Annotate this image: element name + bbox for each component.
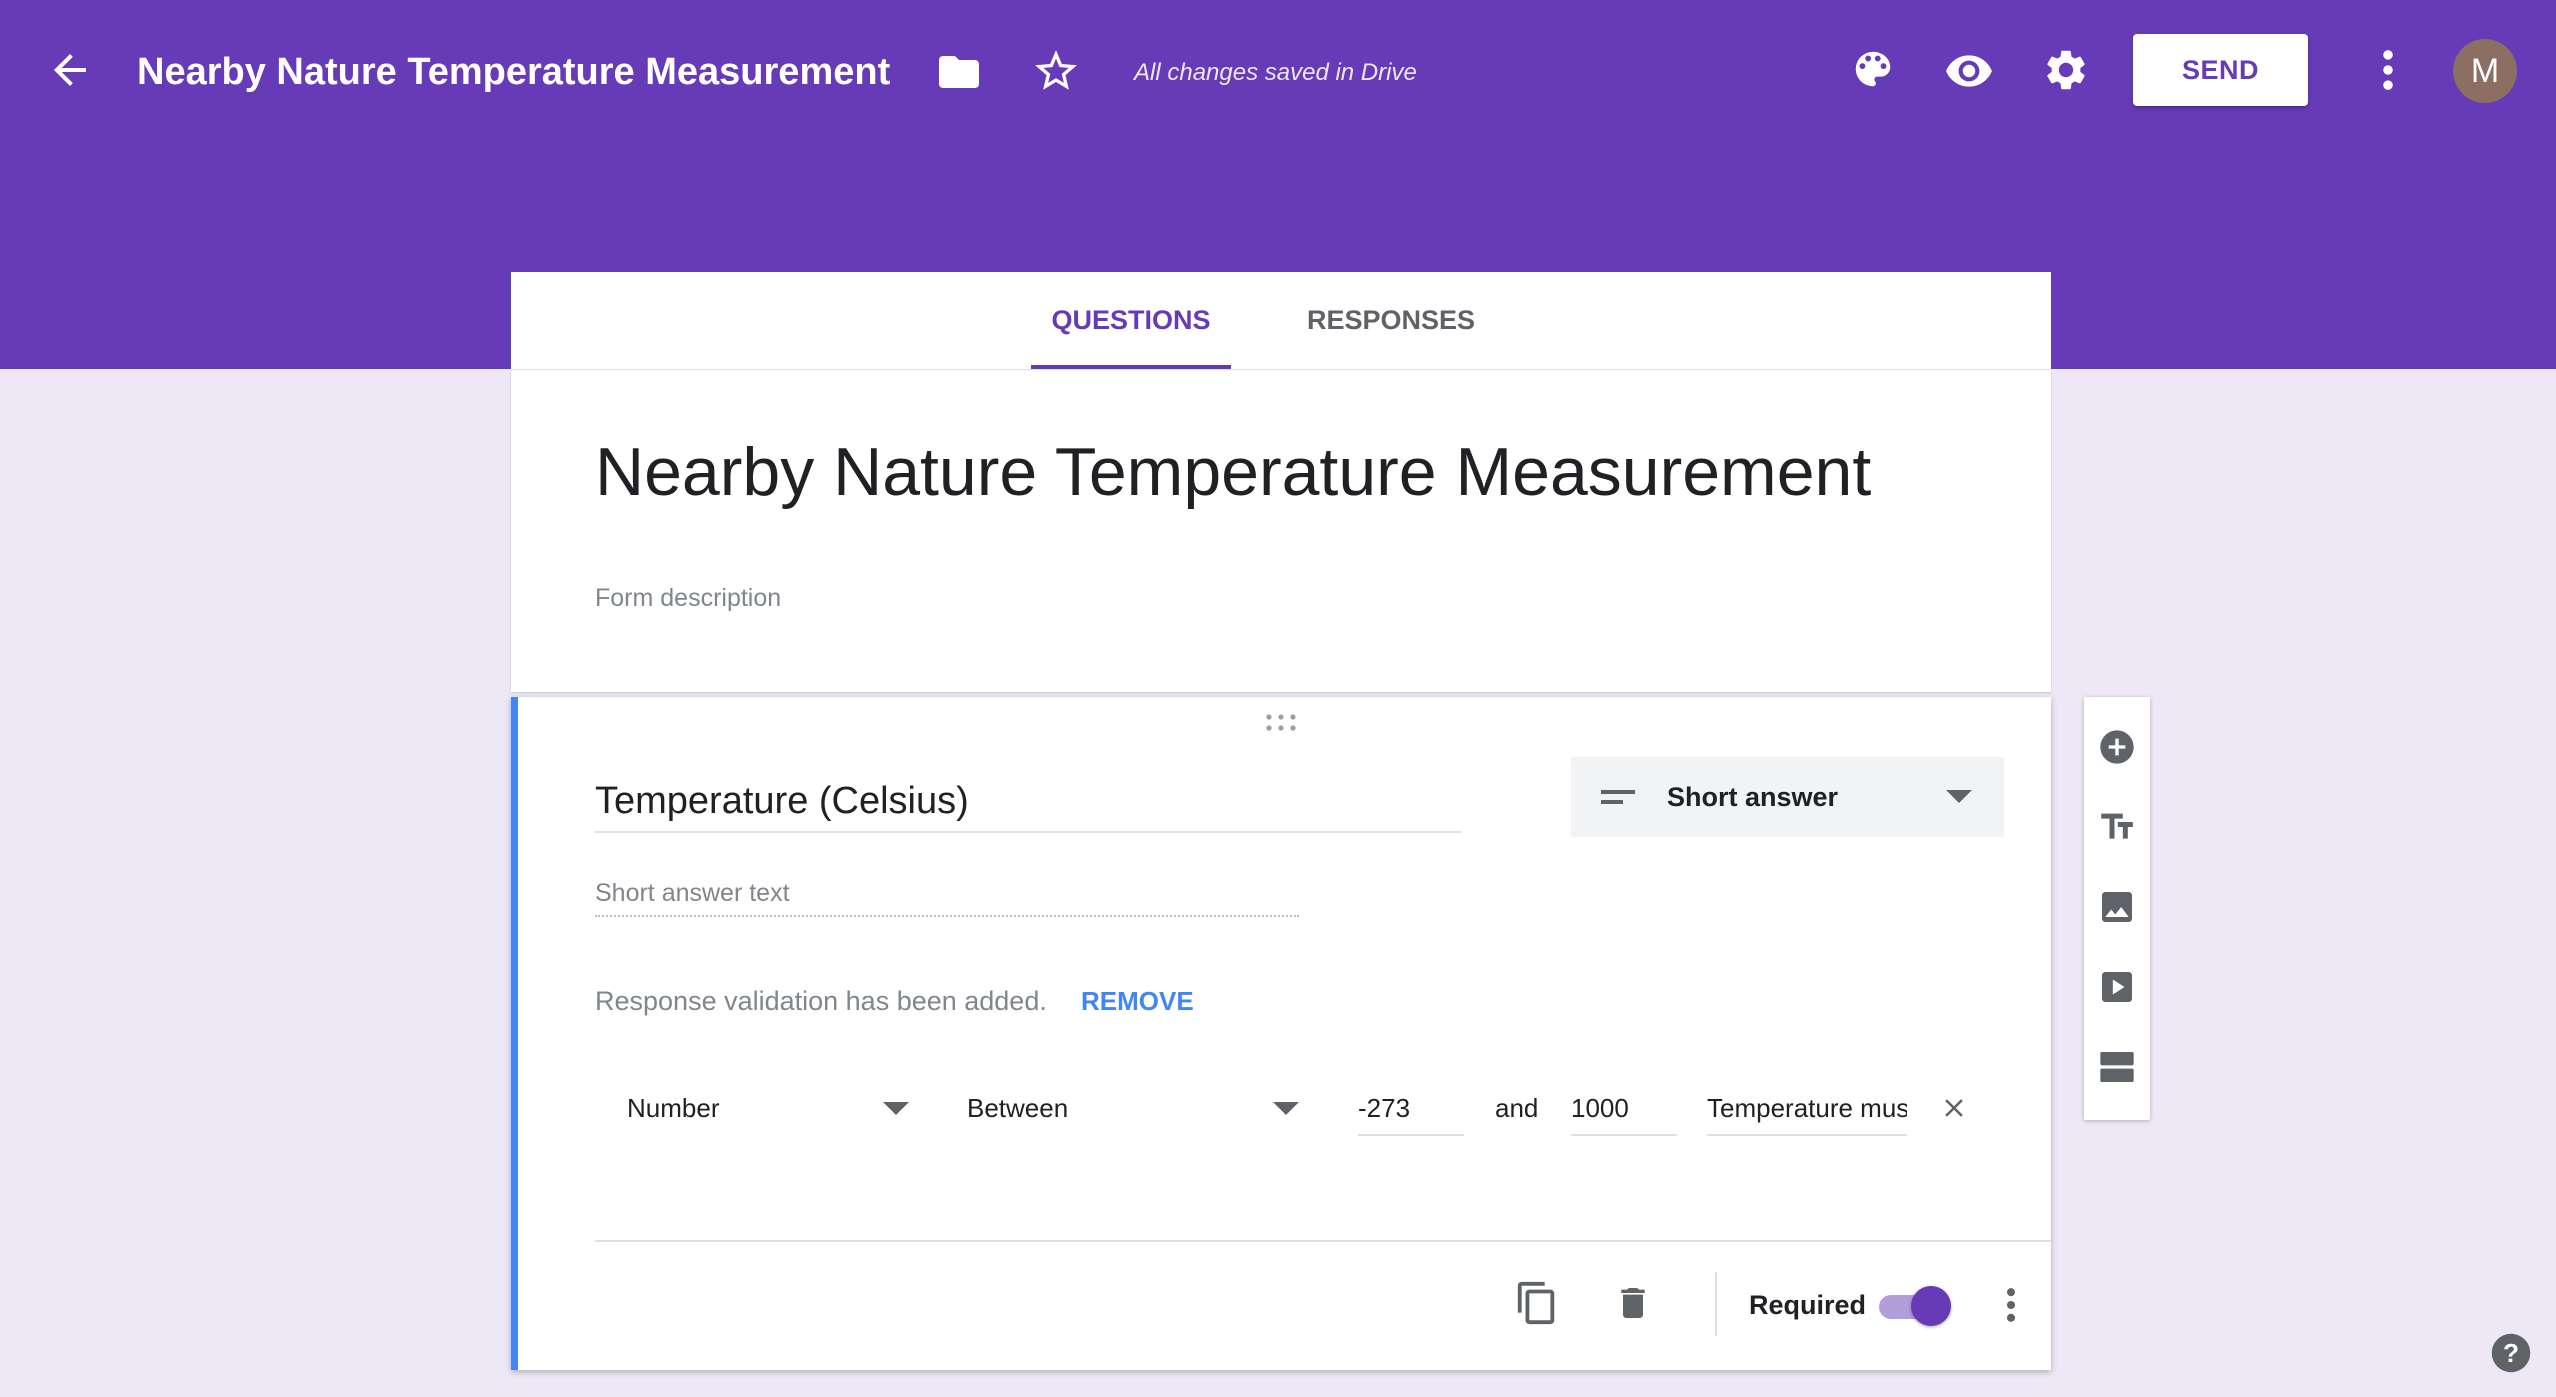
duplicate-icon[interactable] bbox=[1514, 1279, 1560, 1327]
tab-responses[interactable]: RESPONSES bbox=[1271, 272, 1511, 367]
validation-and-label: and bbox=[1495, 1093, 1539, 1123]
svg-text:?: ? bbox=[2503, 1338, 2519, 1368]
more-vertical-icon[interactable] bbox=[2370, 44, 2406, 96]
help-icon[interactable]: ? bbox=[2490, 1332, 2532, 1374]
validation-condition-value: Between bbox=[967, 1093, 1069, 1123]
close-icon[interactable] bbox=[1939, 1093, 1969, 1123]
arrow-back-icon[interactable] bbox=[46, 46, 94, 94]
question-card[interactable]: Temperature (Celsius) Short answer Short… bbox=[511, 697, 2051, 1370]
form-title[interactable]: Nearby Nature Temperature Measurement bbox=[595, 432, 1871, 512]
section-icon[interactable] bbox=[2097, 1047, 2137, 1087]
folder-icon[interactable] bbox=[935, 48, 983, 96]
question-title-input[interactable]: Temperature (Celsius) bbox=[595, 775, 1461, 833]
tab-bar: QUESTIONS RESPONSES bbox=[511, 272, 2051, 370]
question-type-select[interactable]: Short answer bbox=[1571, 757, 2004, 837]
side-toolbar bbox=[2084, 697, 2150, 1120]
toggle-knob bbox=[1911, 1286, 1951, 1326]
short-answer-placeholder: Short answer text bbox=[595, 875, 1299, 917]
palette-icon[interactable] bbox=[1850, 46, 1896, 92]
validation-type-select[interactable]: Number bbox=[627, 1082, 917, 1134]
validation-message: Response validation has been added. bbox=[595, 986, 1047, 1016]
image-icon[interactable] bbox=[2097, 887, 2137, 927]
title-text-icon[interactable] bbox=[2097, 807, 2137, 847]
chevron-down-icon bbox=[883, 1102, 909, 1115]
required-label: Required bbox=[1749, 1290, 1867, 1320]
card-footer-divider bbox=[595, 1240, 2051, 1242]
more-vertical-icon[interactable] bbox=[1994, 1283, 2028, 1327]
app-title[interactable]: Nearby Nature Temperature Measurement bbox=[137, 44, 890, 100]
validation-type-value: Number bbox=[627, 1093, 720, 1123]
chevron-down-icon bbox=[1273, 1102, 1299, 1115]
validation-min-input[interactable]: -273 bbox=[1358, 1082, 1464, 1136]
validation-condition-select[interactable]: Between bbox=[967, 1082, 1307, 1134]
eye-icon[interactable] bbox=[1944, 46, 1994, 96]
validation-error-text-input[interactable]: Temperature mus bbox=[1707, 1082, 1907, 1136]
tab-questions[interactable]: QUESTIONS bbox=[1031, 272, 1231, 369]
question-type-label: Short answer bbox=[1667, 782, 1839, 812]
form-header-card: Nearby Nature Temperature Measurement Fo… bbox=[511, 370, 2051, 692]
video-icon[interactable] bbox=[2097, 967, 2137, 1007]
avatar[interactable]: M bbox=[2453, 39, 2517, 103]
drag-handle-icon[interactable] bbox=[1263, 711, 1299, 735]
short-text-icon bbox=[1601, 790, 1635, 804]
gear-icon[interactable] bbox=[2042, 46, 2090, 94]
validation-max-input[interactable]: 1000 bbox=[1571, 1082, 1677, 1136]
chevron-down-icon bbox=[1946, 790, 1972, 803]
required-toggle[interactable] bbox=[1875, 1286, 1955, 1326]
active-card-indicator bbox=[511, 697, 518, 1370]
remove-validation-link[interactable]: REMOVE bbox=[1081, 981, 1194, 1021]
save-status-text: All changes saved in Drive bbox=[1134, 59, 1417, 86]
form-description-field[interactable]: Form description bbox=[595, 580, 781, 616]
add-question-icon[interactable] bbox=[2097, 727, 2137, 767]
trash-icon[interactable] bbox=[1613, 1281, 1653, 1325]
send-button[interactable]: SEND bbox=[2133, 34, 2308, 106]
star-outline-icon[interactable] bbox=[1031, 46, 1081, 96]
footer-vertical-divider bbox=[1715, 1272, 1717, 1336]
